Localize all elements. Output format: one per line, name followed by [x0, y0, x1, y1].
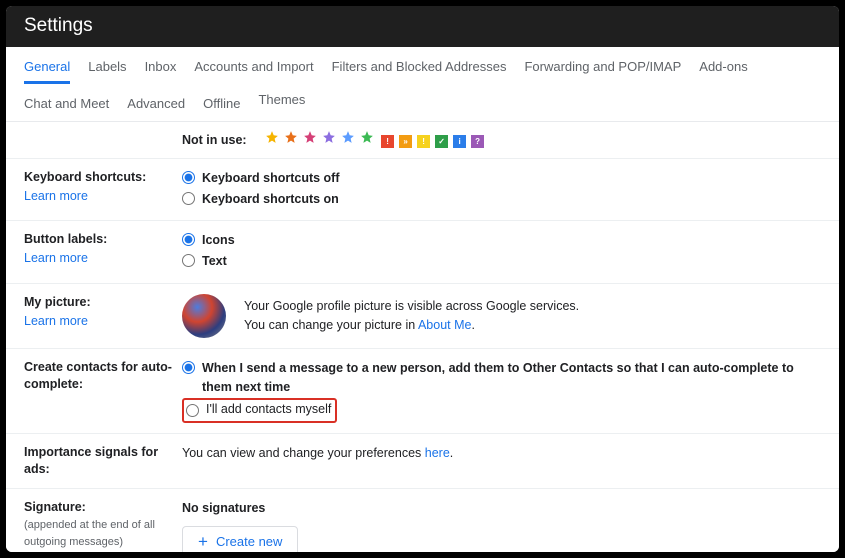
tab-filters[interactable]: Filters and Blocked Addresses	[332, 47, 507, 84]
importance-label: Importance signals for ads:	[24, 444, 182, 478]
signature-label: Signature: (appended at the end of all o…	[24, 499, 182, 552]
star-icon[interactable]	[322, 130, 336, 144]
tab-offline[interactable]: Offline	[203, 84, 240, 121]
contacts-manual-highlight: I'll add contacts myself	[182, 398, 337, 423]
contacts-manual-label: I'll add contacts myself	[206, 400, 331, 419]
tab-addons[interactable]: Add-ons	[699, 47, 747, 84]
button-icons-label: Icons	[202, 231, 235, 250]
settings-content: Not in use: ! »! ✓ i? Keyboard shortcuts: L…	[6, 122, 839, 552]
tab-themes[interactable]: Themes	[258, 84, 305, 121]
marker-icon[interactable]: i	[453, 135, 466, 148]
picture-desc-line2: You can change your picture in About Me.	[244, 316, 579, 335]
marker-icon[interactable]: !	[417, 135, 430, 148]
keyboard-learn-more-link[interactable]: Learn more	[24, 188, 182, 205]
tab-advanced[interactable]: Advanced	[127, 84, 185, 121]
tab-inbox[interactable]: Inbox	[145, 47, 177, 84]
marker-icon[interactable]: ?	[471, 135, 484, 148]
button-icons-radio[interactable]	[182, 233, 195, 246]
marker-icon[interactable]: !	[381, 135, 394, 148]
not-in-use-label: Not in use:	[182, 131, 247, 150]
signature-learn-more-link[interactable]: Learn more	[24, 551, 182, 552]
keyboard-off-label: Keyboard shortcuts off	[202, 169, 340, 188]
create-new-signature-button[interactable]: + Create new	[182, 526, 298, 553]
contacts-auto-radio[interactable]	[182, 361, 195, 374]
my-picture-learn-more-link[interactable]: Learn more	[24, 313, 182, 330]
page-title: Settings	[6, 6, 839, 47]
importance-body: You can view and change your preferences…	[182, 444, 821, 463]
tab-labels[interactable]: Labels	[88, 47, 126, 84]
tab-general[interactable]: General	[24, 47, 70, 84]
importance-here-link[interactable]: here	[425, 446, 450, 460]
plus-icon: +	[198, 535, 208, 548]
star-icon[interactable]	[360, 130, 374, 144]
contacts-label: Create contacts for auto-complete:	[24, 359, 182, 393]
button-text-label: Text	[202, 252, 227, 271]
star-icon[interactable]	[284, 130, 298, 144]
keyboard-off-radio[interactable]	[182, 171, 195, 184]
star-icon[interactable]	[303, 130, 317, 144]
contacts-manual-radio[interactable]	[186, 404, 199, 417]
tab-forwarding[interactable]: Forwarding and POP/IMAP	[524, 47, 681, 84]
picture-desc-line1: Your Google profile picture is visible a…	[244, 297, 579, 316]
keyboard-shortcuts-label: Keyboard shortcuts: Learn more	[24, 169, 182, 205]
contacts-auto-label: When I send a message to a new person, a…	[202, 359, 821, 397]
keyboard-on-label: Keyboard shortcuts on	[202, 190, 339, 209]
tab-accounts[interactable]: Accounts and Import	[194, 47, 313, 84]
tab-chat[interactable]: Chat and Meet	[24, 84, 109, 121]
star-icon[interactable]	[265, 130, 279, 144]
star-icon[interactable]	[341, 130, 355, 144]
stars-not-in-use-row: Not in use: ! »! ✓ i?	[182, 130, 821, 150]
tabs: General Labels Inbox Accounts and Import…	[6, 47, 839, 122]
keyboard-on-radio[interactable]	[182, 192, 195, 205]
marker-icon[interactable]: »	[399, 135, 412, 148]
my-picture-label: My picture: Learn more	[24, 294, 182, 330]
button-labels-learn-more-link[interactable]: Learn more	[24, 250, 182, 267]
marker-icon[interactable]: ✓	[435, 135, 448, 148]
button-labels-label: Button labels: Learn more	[24, 231, 182, 267]
avatar[interactable]	[182, 294, 226, 338]
about-me-link[interactable]: About Me	[418, 318, 472, 332]
no-signatures-text: No signatures	[182, 499, 821, 518]
button-text-radio[interactable]	[182, 254, 195, 267]
